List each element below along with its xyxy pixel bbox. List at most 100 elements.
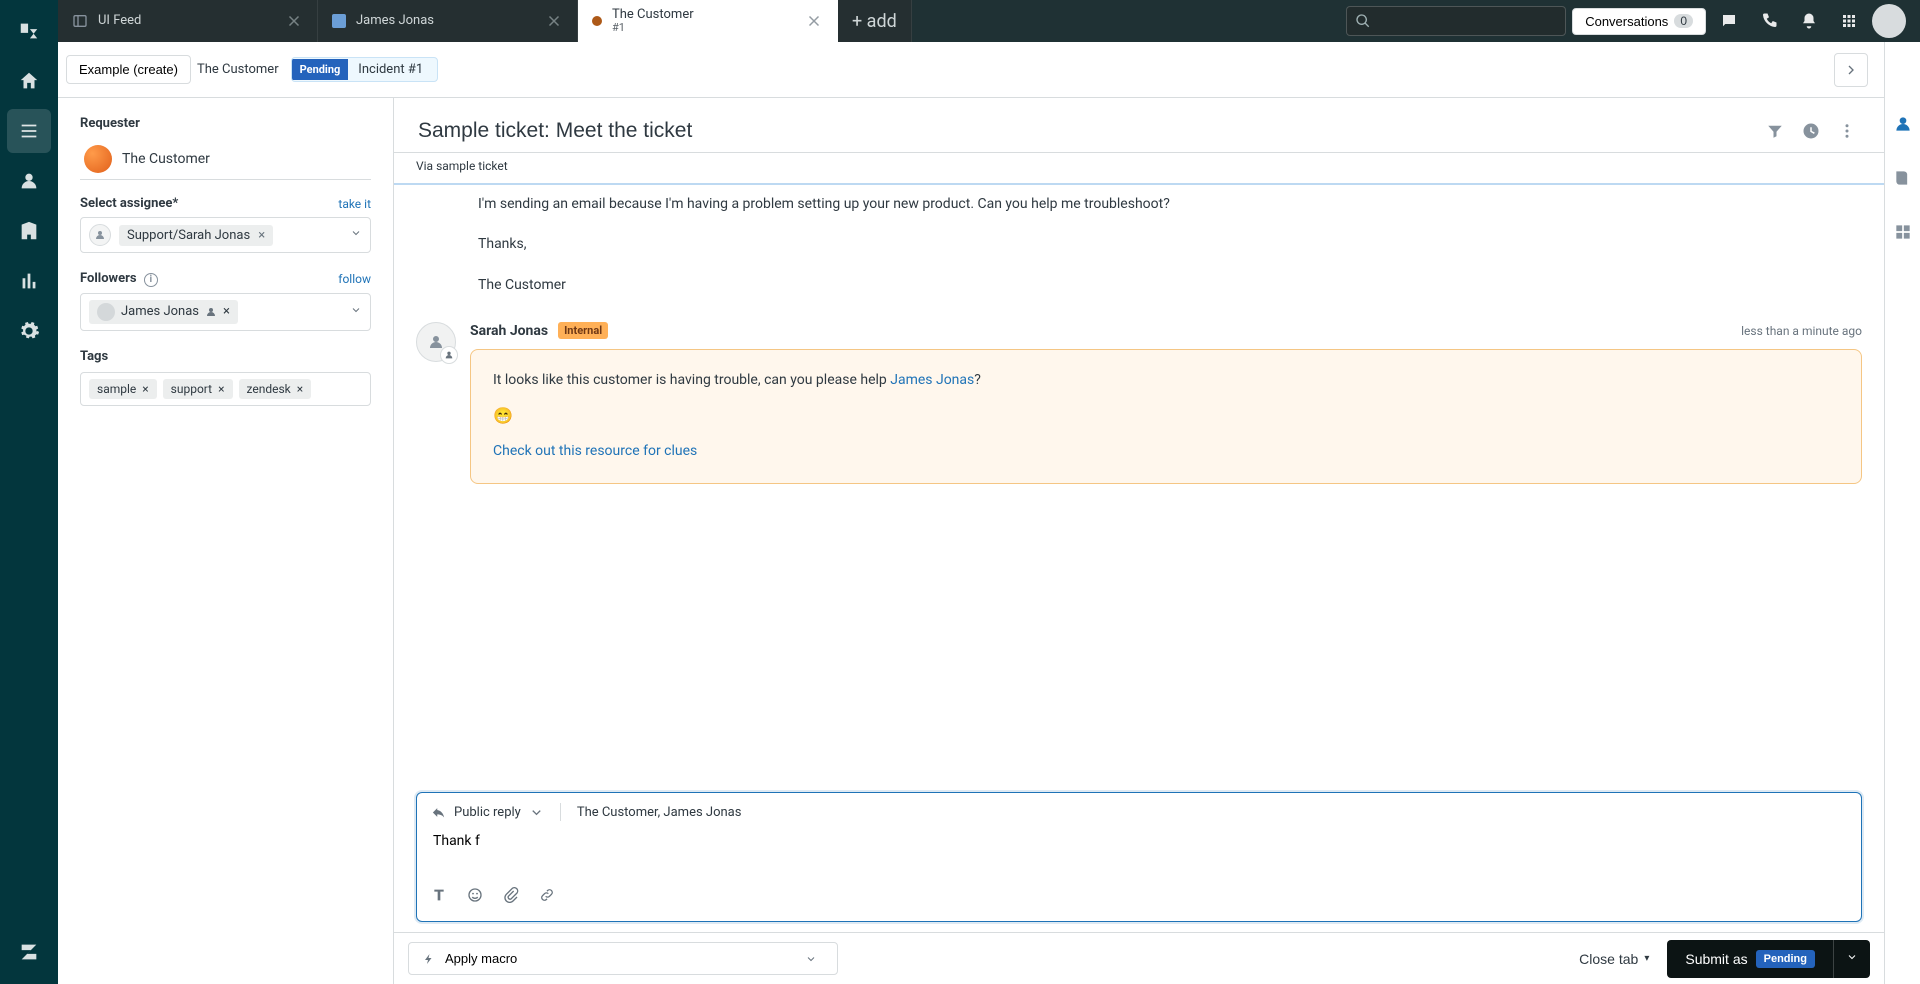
close-icon[interactable] bbox=[285, 12, 303, 30]
breadcrumb-customer-link[interactable]: The Customer bbox=[197, 62, 279, 77]
remove-tag-button[interactable]: × bbox=[297, 382, 303, 396]
phone-icon-button[interactable] bbox=[1752, 4, 1786, 38]
followers-field[interactable]: James Jonas × bbox=[80, 293, 371, 331]
list-icon bbox=[18, 120, 40, 142]
rail-zendesk-logo[interactable] bbox=[7, 9, 51, 53]
ticket-status-chip[interactable]: Pending Incident #1 bbox=[291, 57, 439, 82]
emoji-button[interactable] bbox=[467, 887, 483, 907]
tab-the-customer[interactable]: The Customer #1 bbox=[578, 0, 838, 42]
apps-icon-button[interactable] bbox=[1832, 4, 1866, 38]
tags-field[interactable]: sample × support × zendesk× bbox=[80, 372, 371, 406]
rail-home-icon[interactable] bbox=[7, 59, 51, 103]
tab-subtitle: #1 bbox=[612, 22, 795, 34]
secondary-bar: Example (create) The Customer Pending In… bbox=[58, 42, 1884, 98]
rail-org-icon[interactable] bbox=[7, 209, 51, 253]
apply-macro-dropdown[interactable]: Apply macro bbox=[408, 942, 838, 975]
assignee-dropdown[interactable]: Support/Sarah Jonas × bbox=[80, 217, 371, 253]
rail-views-icon[interactable] bbox=[7, 109, 51, 153]
phone-icon bbox=[1760, 12, 1778, 30]
submit-button[interactable]: Submit as Pending bbox=[1667, 940, 1833, 978]
tab-ui-feed[interactable]: UI Feed bbox=[58, 0, 318, 42]
rail-zendesk-badge[interactable] bbox=[7, 930, 51, 974]
context-apps-icon[interactable] bbox=[1893, 222, 1913, 246]
close-tab-label: Close tab bbox=[1579, 951, 1638, 967]
info-icon[interactable]: i bbox=[144, 273, 158, 287]
bell-icon bbox=[1800, 12, 1818, 30]
reply-textarea[interactable] bbox=[431, 831, 1847, 873]
tag-chip-label: support bbox=[171, 382, 212, 396]
reply-icon bbox=[431, 805, 446, 820]
zendesk-z-icon bbox=[18, 941, 40, 963]
reply-mode-dropdown[interactable]: Public reply bbox=[431, 805, 544, 820]
search-input[interactable] bbox=[1346, 6, 1566, 36]
assignee-chip: Support/Sarah Jonas × bbox=[119, 225, 273, 246]
requester-field[interactable]: The Customer bbox=[80, 139, 371, 180]
tag-chip: zendesk× bbox=[239, 379, 312, 399]
home-icon bbox=[18, 70, 40, 92]
context-knowledge-icon[interactable] bbox=[1893, 168, 1913, 192]
chevron-right-icon bbox=[1843, 62, 1859, 78]
chevron-down-icon bbox=[350, 304, 362, 320]
example-create-button[interactable]: Example (create) bbox=[66, 55, 191, 84]
follow-link[interactable]: follow bbox=[338, 272, 371, 286]
close-tab-button[interactable]: Close tab ▾ bbox=[1573, 950, 1655, 968]
context-rail bbox=[1884, 42, 1920, 984]
reply-mode-label: Public reply bbox=[454, 805, 521, 820]
remove-tag-button[interactable]: × bbox=[218, 382, 224, 396]
more-vertical-icon[interactable] bbox=[1838, 122, 1856, 140]
chevron-down-icon bbox=[350, 227, 362, 243]
rail-users-icon[interactable] bbox=[7, 159, 51, 203]
tab-add-button[interactable]: + add bbox=[838, 0, 912, 42]
rail-admin-icon[interactable] bbox=[7, 309, 51, 353]
subject-input[interactable] bbox=[416, 118, 1766, 144]
via-label: Via sample ticket bbox=[394, 153, 1884, 183]
notifications-icon-button[interactable] bbox=[1792, 4, 1826, 38]
note-timestamp: less than a minute ago bbox=[1741, 324, 1862, 338]
reply-recipients[interactable]: The Customer, James Jonas bbox=[577, 805, 742, 820]
submit-dropdown-button[interactable] bbox=[1833, 940, 1870, 978]
context-user-icon[interactable] bbox=[1893, 114, 1913, 138]
agent-badge-icon bbox=[440, 346, 458, 364]
tag-chip-label: sample bbox=[97, 382, 136, 396]
conversation-log: I'm sending an email because I'm having … bbox=[394, 183, 1884, 792]
remove-follower-button[interactable]: × bbox=[223, 304, 230, 319]
product-sidebar bbox=[0, 0, 58, 984]
remove-assignee-button[interactable]: × bbox=[258, 228, 265, 243]
building-icon bbox=[18, 220, 40, 242]
expand-sidebar-button[interactable] bbox=[1834, 53, 1868, 87]
tab-title: The Customer #1 bbox=[612, 8, 795, 34]
note-emoji: 😁 bbox=[493, 406, 1839, 425]
rail-reports-icon[interactable] bbox=[7, 259, 51, 303]
format-text-button[interactable] bbox=[431, 887, 447, 907]
apps-icon bbox=[1840, 12, 1858, 30]
ticket-main: Via sample ticket I'm sending an email b… bbox=[394, 98, 1884, 932]
requester-label: Requester bbox=[80, 116, 371, 131]
chat-icon-button[interactable] bbox=[1712, 4, 1746, 38]
ticket-dot-icon bbox=[592, 16, 602, 26]
events-icon[interactable] bbox=[1802, 122, 1820, 140]
chat-icon bbox=[1720, 12, 1738, 30]
attach-button[interactable] bbox=[503, 887, 519, 907]
subject-row bbox=[394, 98, 1884, 153]
filter-icon[interactable] bbox=[1766, 122, 1784, 140]
tab-james-jonas[interactable]: James Jonas bbox=[318, 0, 578, 42]
take-it-link[interactable]: take it bbox=[338, 197, 371, 211]
note-resource-link[interactable]: Check out this resource for clues bbox=[493, 443, 697, 459]
internal-badge: Internal bbox=[558, 322, 608, 339]
conversations-button[interactable]: Conversations 0 bbox=[1572, 8, 1706, 35]
follower-chip-label: James Jonas bbox=[121, 304, 199, 319]
profile-avatar[interactable] bbox=[1872, 4, 1906, 38]
message-line: Thanks, bbox=[478, 233, 1478, 255]
close-icon[interactable] bbox=[545, 12, 563, 30]
close-icon[interactable] bbox=[805, 12, 823, 30]
mention-link[interactable]: James Jonas bbox=[890, 372, 974, 388]
message-line: The Customer bbox=[478, 274, 1478, 296]
tabs-strip: UI Feed James Jonas The Customer #1 + ad… bbox=[58, 0, 1920, 42]
top-right-controls: Conversations 0 bbox=[1332, 0, 1920, 42]
remove-tag-button[interactable]: × bbox=[142, 382, 148, 396]
tags-label: Tags bbox=[80, 349, 371, 364]
link-button[interactable] bbox=[539, 887, 555, 907]
note-line: It looks like this customer is having tr… bbox=[493, 372, 1839, 388]
conversations-count-badge: 0 bbox=[1674, 14, 1693, 28]
requester-avatar bbox=[84, 145, 112, 173]
